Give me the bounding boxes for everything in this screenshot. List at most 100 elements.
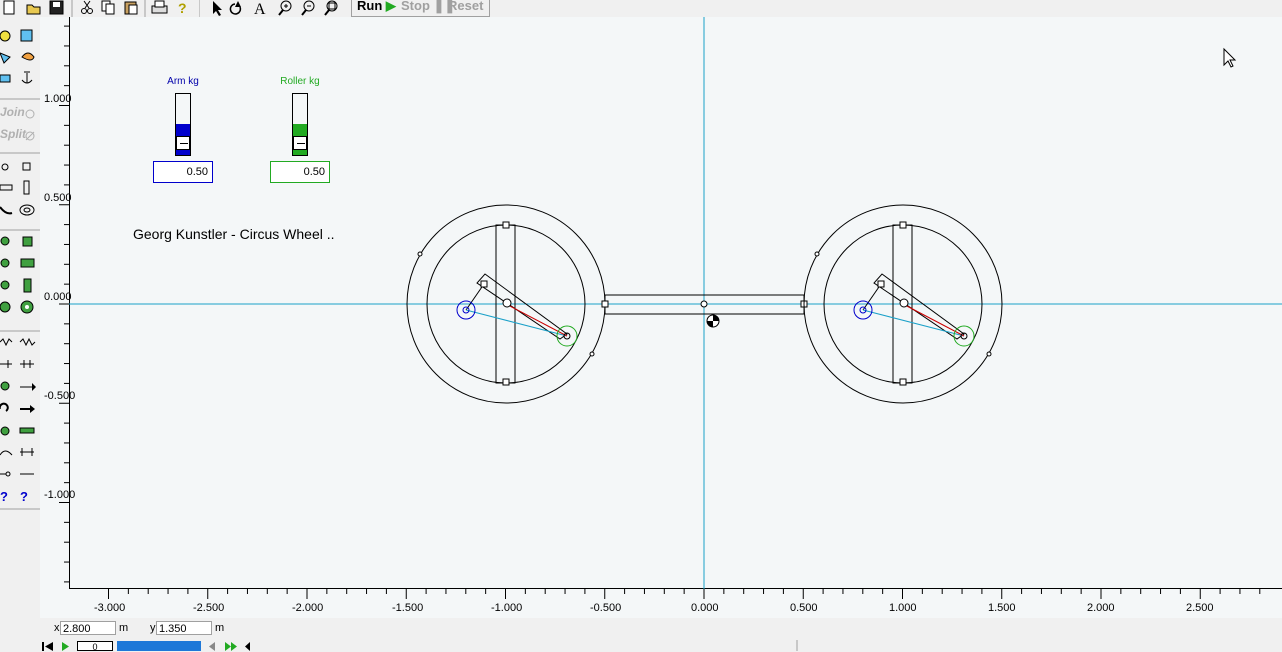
hruler-label: -3.000 [94, 602, 126, 614]
vertical-slot-icon[interactable] [23, 180, 30, 195]
reset-button[interactable]: Reset [448, 0, 483, 13]
tool-palette: ? ? Join Split [0, 17, 40, 651]
fast-forward-icon[interactable] [225, 642, 237, 651]
keyed-slot-icon[interactable] [19, 204, 35, 216]
svg-text:?: ? [20, 489, 28, 504]
mouse-cursor-icon [1223, 47, 1237, 68]
horizontal-slot-icon[interactable] [0, 184, 13, 191]
point-joint-icon[interactable] [1, 163, 9, 171]
arm-slider-track[interactable] [175, 93, 191, 156]
help-icon[interactable]: ? [178, 0, 187, 16]
mechanism-drawing [69, 17, 1282, 589]
x-coord-field[interactable]: 2.800 [60, 621, 116, 635]
hruler-label: -2.000 [292, 602, 324, 614]
hruler-label: 2.000 [1087, 602, 1115, 614]
svg-text:?: ? [0, 489, 8, 504]
rod-icon[interactable] [19, 427, 35, 434]
button-control-icon[interactable] [0, 471, 11, 477]
center-of-mass-icon [706, 314, 720, 328]
x-coord-label: x [54, 622, 60, 634]
y-unit-label: m [215, 622, 225, 634]
run-controls: Run ▶ Stop ❚❚ Reset [351, 0, 490, 17]
split-button[interactable]: Split [0, 127, 38, 141]
rotational-spring-icon[interactable] [0, 402, 9, 412]
open-icon[interactable] [26, 4, 41, 15]
text-icon[interactable]: A [254, 1, 266, 17]
curved-slot-icon[interactable] [0, 206, 13, 215]
curve-icon[interactable] [0, 450, 13, 456]
ground-tool-icon[interactable] [0, 74, 11, 83]
print-icon[interactable] [151, 0, 168, 14]
roller-slider-thumb[interactable] [293, 136, 307, 150]
rotation-joint-icon[interactable] [0, 280, 10, 290]
tool-icons: A [213, 0, 338, 17]
arm-value-field[interactable]: 0.50 [153, 161, 213, 183]
linear-motor-icon[interactable] [20, 258, 35, 268]
split-label: Split [0, 127, 26, 141]
paste-icon[interactable] [124, 1, 138, 15]
gear-icon[interactable] [0, 301, 11, 313]
copy-icon[interactable] [101, 0, 115, 15]
step-left-icon[interactable] [245, 642, 250, 651]
torque-icon[interactable] [0, 381, 10, 391]
play-forward-icon[interactable] [62, 642, 69, 651]
hruler-label: -1.000 [491, 602, 523, 614]
zoom-out-icon[interactable] [301, 0, 315, 16]
join-button[interactable]: Join [0, 105, 38, 119]
hruler-label: 0.000 [691, 602, 719, 614]
play-icon: ▶ [385, 0, 396, 13]
damper-icon[interactable] [19, 337, 36, 347]
playback-bar: 0 [40, 640, 1282, 652]
workspace-canvas[interactable]: 1.000 0.500 0.000 -0.500 -1.000 -3.000 -… [40, 17, 1282, 619]
frame-counter[interactable]: 0 [77, 641, 113, 652]
arm-slider-thumb[interactable] [176, 136, 190, 150]
y-coord-field[interactable]: 1.350 [156, 621, 212, 635]
playback-progress[interactable] [117, 641, 201, 651]
cut-icon[interactable] [81, 0, 93, 14]
stop-label: Stop [401, 0, 430, 13]
arm-slider-title: Arm kg [167, 76, 199, 87]
arm-mass-slider[interactable]: Arm kg 0.50 [153, 76, 213, 184]
meter-icon[interactable] [0, 426, 10, 436]
question-pointer-icon[interactable]: ? [20, 489, 28, 504]
rotate-icon[interactable] [229, 1, 242, 15]
zoom-in-icon[interactable] [278, 0, 292, 16]
new-icon[interactable] [3, 0, 15, 15]
roller-slider-track[interactable] [292, 93, 308, 156]
curved-body-icon[interactable] [21, 52, 35, 61]
run-button[interactable]: Run ▶ [357, 0, 396, 14]
motor-icon[interactable] [0, 236, 10, 246]
roller-value-field[interactable]: 0.50 [270, 161, 330, 183]
roller-mass-slider[interactable]: Roller kg 0.50 [270, 76, 330, 184]
actuator-icon[interactable] [22, 236, 33, 247]
question-icon[interactable]: ? [0, 489, 8, 504]
slot-joint-icon[interactable] [20, 448, 34, 456]
circle-tool-icon[interactable] [0, 30, 11, 42]
rewind-start-icon[interactable] [42, 642, 53, 651]
polygon-tool-icon[interactable] [0, 52, 11, 64]
translation-joint-icon[interactable] [23, 278, 32, 293]
force-arrow-icon[interactable] [20, 405, 35, 413]
hruler-label: 1.500 [988, 602, 1016, 614]
anchor-icon[interactable] [21, 71, 33, 84]
spring-icon[interactable] [0, 338, 13, 347]
rotary-motor-icon[interactable] [0, 258, 10, 268]
pulley-icon[interactable] [20, 300, 34, 314]
reset-label: Reset [448, 0, 484, 13]
square-point-icon[interactable] [22, 162, 31, 171]
palette-icons: ? ? [0, 29, 40, 510]
save-icon[interactable] [49, 0, 64, 15]
hruler-label: -0.500 [590, 602, 622, 614]
zoom-fit-icon[interactable] [324, 0, 338, 16]
rectangle-tool-icon[interactable] [20, 29, 33, 42]
hruler-label: 1.000 [889, 602, 917, 614]
x-unit-label: m [119, 622, 129, 634]
arrow-select-icon[interactable] [213, 1, 222, 16]
step-back-icon[interactable] [209, 642, 215, 651]
hruler-label: 0.500 [790, 602, 818, 614]
rope-icon[interactable] [0, 360, 12, 368]
separator-icon[interactable] [20, 360, 34, 368]
force-icon[interactable] [20, 383, 36, 391]
scene-title-text[interactable]: Georg Kunstler - Circus Wheel .. [133, 226, 335, 242]
hruler-label: 2.500 [1186, 602, 1214, 614]
